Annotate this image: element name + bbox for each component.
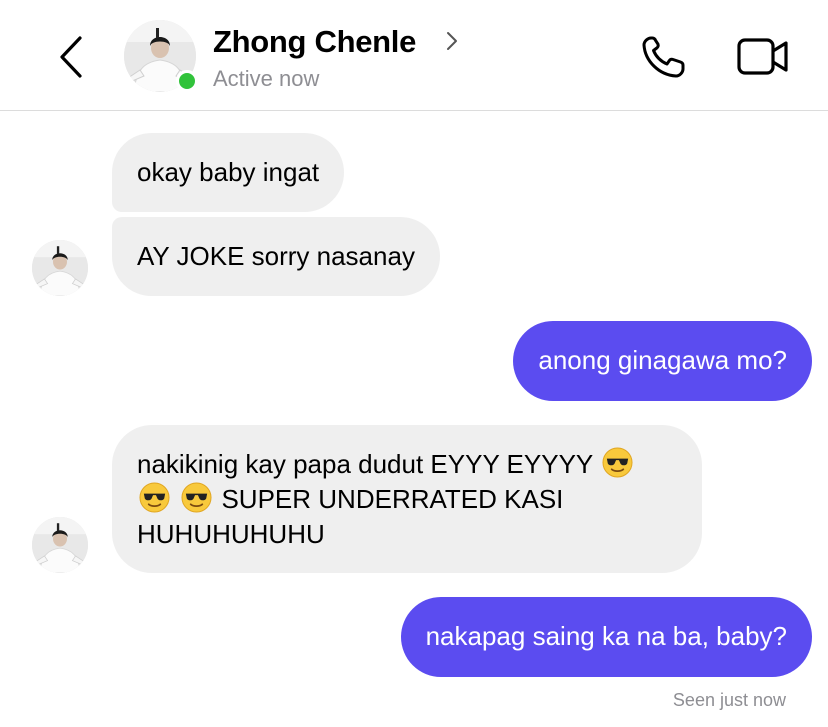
sunglasses-face-emoji-icon bbox=[602, 447, 633, 478]
outgoing-message[interactable]: anong ginagawa mo? bbox=[513, 321, 812, 401]
chat-header: Zhong Chenle Active now bbox=[0, 0, 828, 111]
incoming-message[interactable]: AY JOKE sorry nasanay bbox=[112, 217, 440, 296]
sender-avatar[interactable] bbox=[32, 517, 88, 573]
incoming-message[interactable]: okay baby ingat bbox=[112, 133, 345, 212]
chevron-right-icon[interactable] bbox=[444, 30, 460, 52]
sunglasses-face-emoji-icon bbox=[181, 482, 212, 513]
message-text: nakikinig kay papa dudut EYYY EYYYY bbox=[137, 449, 593, 479]
contact-name[interactable]: Zhong Chenle bbox=[213, 24, 416, 60]
video-camera-icon bbox=[737, 38, 788, 75]
message-text: AY JOKE sorry nasanay bbox=[137, 241, 415, 271]
incoming-message[interactable]: nakikinig kay papa dudut EYYY EYYYY SUPE… bbox=[112, 425, 702, 573]
voice-call-button[interactable] bbox=[640, 34, 688, 80]
sunglasses-face-emoji-icon bbox=[139, 482, 170, 513]
message-text: anong ginagawa mo? bbox=[538, 345, 787, 375]
outgoing-message[interactable]: nakapag saing ka na ba, baby? bbox=[400, 597, 812, 677]
sender-avatar[interactable] bbox=[32, 240, 88, 296]
message-text: nakapag saing ka na ba, baby? bbox=[425, 621, 787, 651]
phone-icon bbox=[642, 36, 685, 78]
contact-avatar-button[interactable] bbox=[124, 20, 198, 92]
active-status: Active now bbox=[213, 66, 320, 91]
read-receipt: Seen just now bbox=[672, 690, 786, 710]
message-text: okay baby ingat bbox=[137, 157, 320, 187]
video-call-button[interactable] bbox=[736, 34, 790, 78]
chevron-left-icon bbox=[60, 36, 82, 78]
back-button[interactable] bbox=[52, 34, 92, 80]
online-status-dot bbox=[176, 70, 198, 92]
